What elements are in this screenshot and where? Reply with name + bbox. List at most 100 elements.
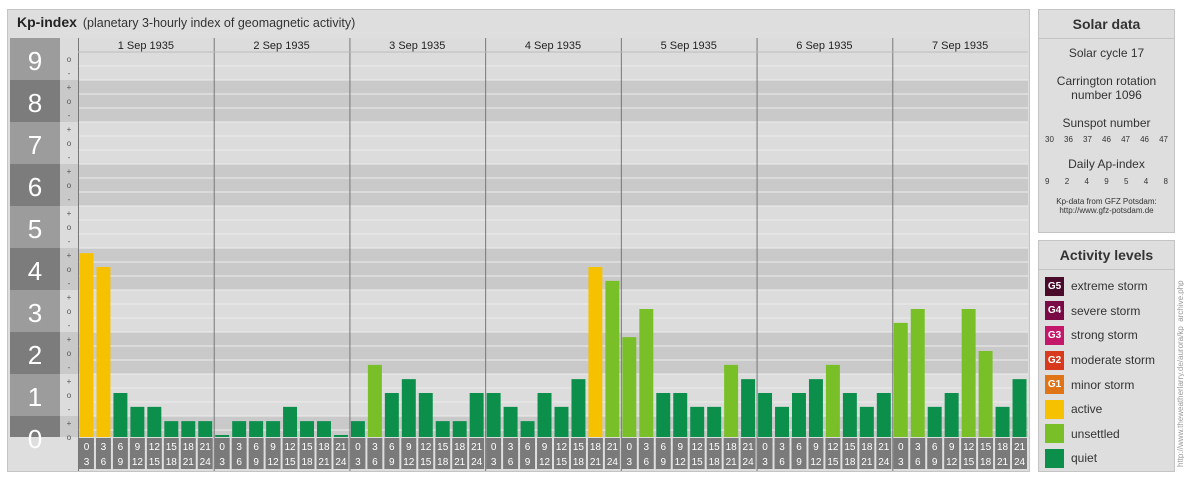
kp-band	[78, 206, 1028, 248]
interval-start: 21	[1014, 442, 1026, 453]
ap-value: 4	[1143, 177, 1149, 186]
interval-start: 21	[743, 442, 755, 453]
interval-end: 12	[675, 457, 687, 468]
interval-end: 9	[796, 457, 802, 468]
kp-bar	[113, 393, 128, 437]
level-minor-storm: G1 minor storm	[1039, 372, 1174, 397]
kp-bar	[859, 406, 874, 437]
interval-start: 12	[149, 442, 161, 453]
level-swatch: G1	[1045, 375, 1064, 395]
interval-end: 24	[200, 457, 212, 468]
interval-start: 18	[861, 442, 873, 453]
interval-end: 6	[372, 457, 378, 468]
interval-start: 0	[627, 442, 633, 453]
interval-start: 9	[813, 442, 819, 453]
level-swatch: G3	[1045, 325, 1064, 345]
kp-bar	[554, 406, 569, 437]
carrington-line1: Carrington rotation	[1056, 74, 1157, 88]
interval-end: 24	[878, 457, 890, 468]
interval-start: 18	[997, 442, 1009, 453]
interval-start: 6	[389, 442, 395, 453]
interval-end: 6	[915, 457, 921, 468]
interval-start: 12	[420, 442, 432, 453]
interval-start: 6	[118, 442, 124, 453]
interval-start: 0	[762, 442, 768, 453]
day-label: 4 Sep 1935	[525, 40, 581, 52]
kp-bar	[741, 379, 756, 437]
kp-band	[78, 80, 1028, 122]
kp-bar	[317, 421, 331, 437]
kp-bar	[401, 379, 416, 437]
y-minor-label: o	[67, 139, 72, 148]
interval-end: 12	[268, 457, 280, 468]
interval-end: 15	[963, 457, 975, 468]
level-label: severe storm	[1071, 303, 1141, 318]
interval-start: 0	[491, 442, 497, 453]
solar-cycle: Solar cycle 17	[1068, 46, 1145, 60]
kp-bar	[571, 379, 586, 437]
day-label: 1 Sep 1935	[118, 40, 174, 52]
interval-start: 0	[219, 442, 225, 453]
kp-band	[78, 164, 1028, 206]
y-minor-label: -	[68, 69, 71, 78]
interval-start: 21	[335, 442, 347, 453]
level-active: active	[1039, 397, 1174, 422]
y-minor-label: -	[68, 321, 71, 330]
day-label: 7 Sep 1935	[932, 40, 988, 52]
interval-end: 3	[491, 457, 497, 468]
interval-start: 3	[508, 442, 514, 453]
kp-bar	[978, 351, 993, 437]
kp-bar	[707, 406, 722, 437]
credit-line2: http://www.gfz-potsdam.de	[1059, 206, 1154, 215]
interval-end: 21	[726, 457, 738, 468]
level-label: unsettled	[1071, 426, 1120, 441]
kp-bar	[775, 406, 789, 437]
interval-end: 18	[437, 457, 449, 468]
interval-end: 18	[166, 457, 178, 468]
interval-start: 21	[607, 442, 619, 453]
ap-value: 9	[1045, 177, 1050, 186]
interval-end: 15	[556, 457, 568, 468]
kp-bar	[198, 421, 213, 437]
level-severe-storm: G4 severe storm	[1039, 299, 1174, 324]
y-minor-label: o	[67, 223, 72, 232]
activity-levels-title: Activity levels	[1039, 241, 1174, 270]
kp-bar	[503, 406, 518, 437]
level-label: quiet	[1071, 451, 1098, 466]
interval-end: 6	[779, 457, 785, 468]
interval-end: 18	[980, 457, 992, 468]
y-minor-label: +	[67, 335, 72, 344]
y-minor-label: o	[67, 265, 72, 274]
interval-start: 21	[200, 442, 212, 453]
y-minor-label: +	[67, 209, 72, 218]
interval-end: 12	[539, 457, 551, 468]
kp-bar	[808, 379, 823, 437]
level-unsettled: unsettled	[1039, 422, 1174, 447]
interval-end: 15	[284, 457, 296, 468]
y-minor-label: +	[67, 293, 72, 302]
interval-end: 9	[389, 457, 395, 468]
kp-bar	[435, 421, 450, 437]
ap-value: 4	[1084, 177, 1089, 186]
kp-bar	[266, 421, 281, 437]
level-strong-storm: G3 strong storm	[1039, 323, 1174, 348]
interval-end: 12	[132, 457, 144, 468]
interval-start: 9	[135, 442, 141, 453]
y-minor-label: o	[67, 307, 72, 316]
level-label: moderate storm	[1071, 353, 1156, 368]
interval-end: 9	[525, 457, 531, 468]
sunspot-value: 46	[1140, 135, 1149, 144]
kp-bar	[232, 421, 247, 437]
ap-value: 2	[1064, 177, 1070, 186]
interval-end: 24	[335, 457, 347, 468]
sunspot-values: 30 36 37 46 47 46 47	[1039, 135, 1174, 144]
interval-end: 21	[997, 457, 1009, 468]
kp-bar	[418, 393, 433, 437]
interval-end: 3	[84, 457, 90, 468]
y-minor-label: -	[68, 279, 71, 288]
y-minor-label: o	[67, 181, 72, 190]
ap-value: 8	[1163, 177, 1168, 186]
sunspot-value: 46	[1102, 135, 1111, 144]
ap-value: 5	[1124, 177, 1129, 186]
kp-bar	[944, 393, 959, 437]
